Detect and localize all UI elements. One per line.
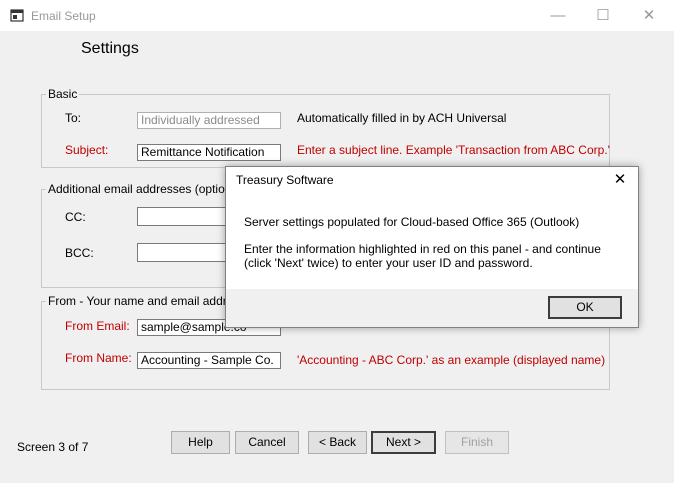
- subject-input[interactable]: Remittance Notification: [137, 144, 281, 161]
- page-title: Settings: [81, 40, 139, 57]
- to-label: To:: [65, 111, 82, 125]
- dialog-message-line2: Enter the information highlighted in red…: [244, 242, 601, 256]
- from-name-input[interactable]: Accounting - Sample Co.: [137, 352, 281, 369]
- to-field: Individually addressed: [137, 112, 281, 129]
- message-dialog: Treasury Software ✕ Server settings popu…: [225, 166, 639, 328]
- back-button[interactable]: < Back: [308, 431, 367, 454]
- screen-indicator: Screen 3 of 7: [17, 440, 89, 454]
- to-hint: Automatically filled in by ACH Universal: [297, 111, 507, 125]
- from-email-label: From Email:: [65, 319, 130, 333]
- minimize-icon[interactable]: —: [536, 4, 580, 28]
- from-name-label: From Name:: [65, 351, 132, 365]
- basic-group-title: Basic: [46, 87, 80, 101]
- dialog-message-line3: (click 'Next' twice) to enter your user …: [244, 256, 533, 270]
- dialog-message-line1: Server settings populated for Cloud-base…: [244, 215, 580, 229]
- dialog-footer: OK: [226, 289, 638, 327]
- ok-button[interactable]: OK: [548, 296, 622, 319]
- subject-label: Subject:: [65, 143, 109, 157]
- close-icon[interactable]: ✕: [627, 4, 671, 28]
- maximize-icon[interactable]: ☐: [581, 4, 625, 28]
- cc-label: CC:: [65, 210, 86, 224]
- next-button[interactable]: Next >: [371, 431, 436, 454]
- subject-hint: Enter a subject line. Example 'Transacti…: [297, 143, 610, 157]
- dialog-title: Treasury Software: [236, 173, 334, 187]
- help-button[interactable]: Help: [171, 431, 230, 454]
- app-icon: [10, 9, 24, 22]
- bcc-label: BCC:: [65, 246, 94, 260]
- window-titlebar: Email Setup — ☐ ✕: [0, 0, 674, 31]
- cancel-button[interactable]: Cancel: [235, 431, 299, 454]
- window-title: Email Setup: [31, 9, 96, 23]
- dialog-close-icon[interactable]: ✕: [610, 170, 630, 188]
- finish-button: Finish: [445, 431, 509, 454]
- from-name-hint: 'Accounting - ABC Corp.' as an example (…: [297, 353, 606, 367]
- from-group-title: From - Your name and email address: [46, 294, 248, 308]
